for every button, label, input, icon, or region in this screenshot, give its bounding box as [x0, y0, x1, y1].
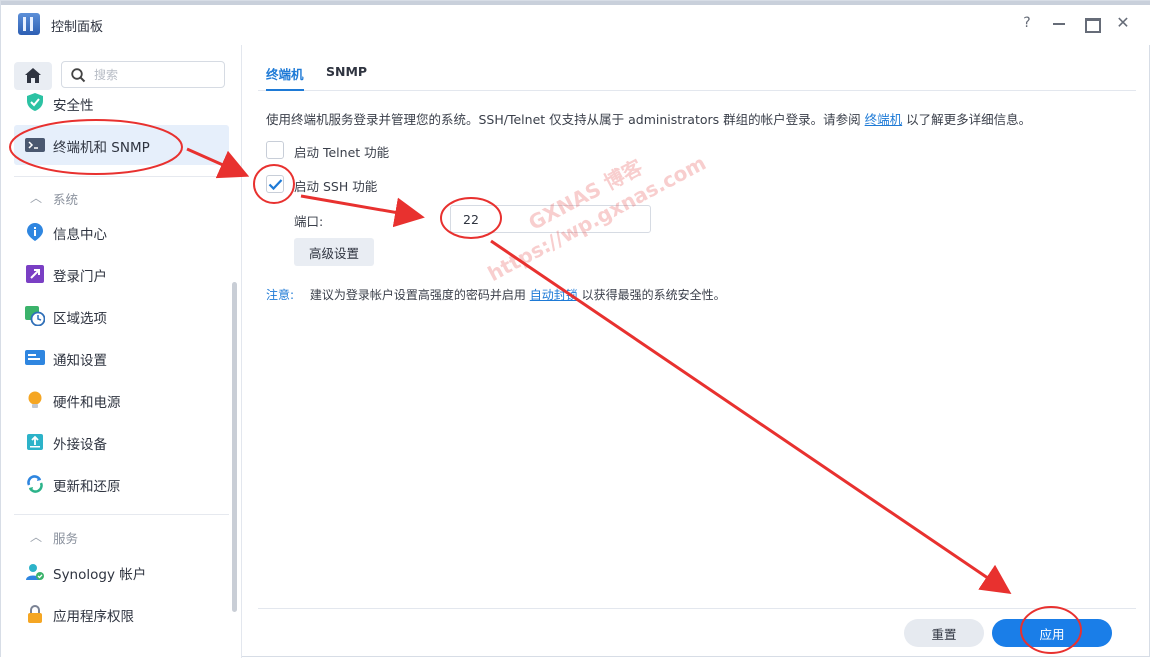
- sidebar-item-label: Synology 帐户: [53, 567, 147, 583]
- sidebar-item-label: 应用程序权限: [53, 609, 134, 625]
- ssh-checkbox[interactable]: [266, 175, 284, 193]
- checkmark-icon: [268, 179, 283, 191]
- advanced-settings-button[interactable]: 高级设置: [294, 238, 374, 266]
- sidebar-item-label: 更新和还原: [53, 479, 121, 495]
- external-device-icon: [27, 434, 43, 450]
- description-text: 使用终端机服务登录并管理您的系统。SSH/Telnet 仅支持从属于 admin…: [266, 109, 1031, 128]
- sidebar-item-login-portal[interactable]: 登录门户: [14, 254, 229, 294]
- sidebar-item-external-devices[interactable]: 外接设备: [14, 422, 229, 462]
- lock-icon: [28, 605, 42, 623]
- section-system[interactable]: ︿ 系统: [14, 182, 229, 212]
- sidebar-item-synology-account[interactable]: Synology 帐户: [14, 552, 229, 592]
- sidebar: 安全性 终端机和 SNMP ︿ 系统 信息中心: [1, 45, 242, 658]
- window-title: 控制面板: [51, 20, 104, 35]
- sidebar-divider: [14, 514, 229, 515]
- chevron-up-icon: ︿: [30, 191, 43, 205]
- control-panel-window: 控制面板 ? ✕ 安全性: [0, 0, 1150, 658]
- bulb-icon: [28, 391, 42, 408]
- tab-bar: 终端机 SNMP: [258, 59, 1136, 91]
- update-icon: [27, 475, 43, 493]
- tab-snmp[interactable]: SNMP: [326, 64, 367, 91]
- terminal-help-link[interactable]: 终端机: [865, 112, 903, 127]
- sidebar-item-label: 外接设备: [53, 437, 107, 453]
- region-icon: [25, 306, 45, 326]
- security-note: 注意: 建议为登录帐户设置高强度的密码并启用 自动封锁 以获得最强的系统安全性。: [266, 286, 726, 303]
- tab-terminal[interactable]: 终端机: [266, 64, 304, 91]
- telnet-label: 启动 Telnet 功能: [294, 145, 390, 160]
- close-button[interactable]: ✕: [1114, 14, 1132, 32]
- sidebar-item-label: 通知设置: [53, 353, 107, 369]
- sidebar-item-label: 安全性: [53, 98, 94, 114]
- sidebar-item-notification[interactable]: 通知设置: [14, 338, 229, 378]
- login-portal-icon: [26, 265, 44, 283]
- search-input[interactable]: [94, 65, 219, 84]
- home-icon: [25, 68, 41, 83]
- notification-icon: [25, 350, 45, 365]
- apply-button[interactable]: 应用: [992, 619, 1112, 647]
- shield-icon: [27, 93, 43, 111]
- sidebar-item-label: 终端机和 SNMP: [53, 140, 150, 156]
- ssh-label: 启动 SSH 功能: [294, 179, 378, 194]
- description-suffix: 以了解更多详细信息。: [906, 112, 1032, 127]
- sidebar-item-label: 区域选项: [53, 311, 107, 327]
- note-prefix: 建议为登录帐户设置高强度的密码并启用: [309, 288, 526, 302]
- sidebar-item-label: 信息中心: [53, 227, 107, 243]
- sidebar-item-app-privileges[interactable]: 应用程序权限: [14, 594, 229, 634]
- sidebar-item-terminal-snmp[interactable]: 终端机和 SNMP: [14, 125, 229, 165]
- auto-block-link[interactable]: 自动封锁: [530, 288, 578, 302]
- section-services[interactable]: ︿ 服务: [14, 521, 229, 551]
- sidebar-item-label: 登录门户: [53, 269, 107, 285]
- sidebar-item-hardware-power[interactable]: 硬件和电源: [14, 380, 229, 420]
- minimize-button[interactable]: [1050, 14, 1068, 32]
- chevron-up-icon: ︿: [30, 530, 43, 544]
- maximize-button[interactable]: [1082, 14, 1101, 33]
- info-icon: [27, 223, 43, 241]
- sidebar-item-label: 硬件和电源: [53, 395, 121, 411]
- sidebar-item-region[interactable]: 区域选项: [14, 296, 229, 336]
- main-content: 终端机 SNMP 使用终端机服务登录并管理您的系统。SSH/Telnet 仅支持…: [242, 45, 1150, 658]
- title-bar: 控制面板 ? ✕: [1, 5, 1150, 45]
- description-prefix: 使用终端机服务登录并管理您的系统。SSH/Telnet 仅支持从属于 admin…: [266, 112, 861, 127]
- control-panel-icon: [18, 13, 40, 35]
- account-icon: [26, 564, 44, 580]
- help-button[interactable]: ?: [1018, 14, 1036, 32]
- terminal-icon: [25, 138, 45, 152]
- search-icon: [71, 68, 86, 83]
- reset-button[interactable]: 重置: [904, 619, 984, 647]
- sidebar-item-update-restore[interactable]: 更新和还原: [14, 464, 229, 504]
- section-label: 服务: [53, 531, 79, 546]
- port-label: 端口:: [294, 214, 324, 229]
- sidebar-scrollbar[interactable]: [232, 282, 237, 612]
- section-label: 系统: [53, 192, 79, 207]
- footer-divider: [258, 608, 1136, 609]
- telnet-checkbox[interactable]: [266, 141, 284, 159]
- sidebar-item-security[interactable]: 安全性: [14, 83, 229, 123]
- note-suffix: 以获得最强的系统安全性。: [581, 288, 726, 302]
- sidebar-item-info-center[interactable]: 信息中心: [14, 212, 229, 252]
- sidebar-divider: [14, 176, 229, 177]
- note-tag: 注意:: [266, 288, 295, 302]
